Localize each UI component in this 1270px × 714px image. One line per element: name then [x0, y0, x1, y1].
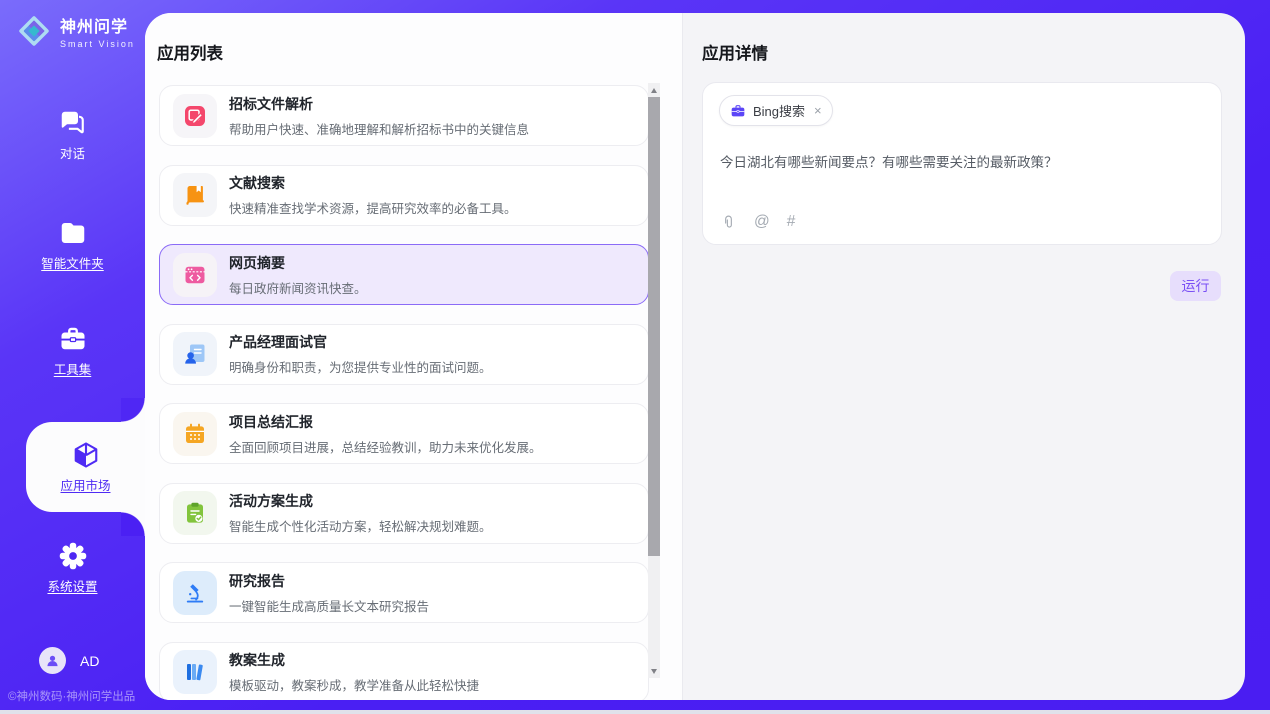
app-card[interactable]: 活动方案生成 智能生成个性化活动方案，轻松解决规划难题。: [159, 483, 649, 544]
clipboard-icon: [173, 491, 217, 535]
close-icon[interactable]: ×: [814, 103, 822, 118]
app-card[interactable]: 项目总结汇报 全面回顾项目进展，总结经验教训，助力未来优化发展。: [159, 403, 649, 464]
app-card-desc: 全面回顾项目进展，总结经验教训，助力未来优化发展。: [229, 437, 542, 456]
brand-name: 神州问学: [60, 13, 135, 37]
app-card-desc: 每日政府新闻资讯快查。: [229, 278, 367, 297]
app-card-title: 文献搜索: [229, 173, 517, 193]
scroll-up-button[interactable]: [648, 83, 660, 97]
user-icon: [45, 653, 60, 668]
bottom-edge-strip: [0, 710, 1270, 714]
tool-tag-bing-search[interactable]: Bing搜索 ×: [719, 95, 833, 126]
app-card[interactable]: 网页摘要 每日政府新闻资讯快查。: [159, 244, 649, 305]
sidebar-item-toolbox[interactable]: 工具集: [0, 324, 145, 378]
calendar-icon: [173, 412, 217, 456]
sidebar-item-gear[interactable]: 系统设置: [0, 541, 145, 595]
copyright-text: ©神州数码·神州问学出品: [8, 688, 135, 704]
app-card-title: 产品经理面试官: [229, 332, 492, 352]
app-card[interactable]: 研究报告 一键智能生成高质量长文本研究报告: [159, 562, 649, 623]
app-list-panel: 应用列表 招标文件解析 帮助用户快速、准确地理解和解析招标书中的关键信息 文献搜…: [145, 13, 683, 700]
sidebar-item-label: 系统设置: [47, 576, 97, 595]
app-card-title: 网页摘要: [229, 253, 367, 273]
sidebar: 神州问学 Smart Vision 对话 智能文件夹 工具集 应用市场 系统设置…: [0, 0, 145, 714]
briefcase-icon: [730, 103, 746, 119]
app-card-desc: 一键智能生成高质量长文本研究报告: [229, 596, 429, 615]
app-detail-title: 应用详情: [702, 40, 768, 64]
user-account[interactable]: AD: [39, 647, 99, 674]
app-card-desc: 快速精准查找学术资源，提高研究效率的必备工具。: [229, 198, 517, 217]
app-card[interactable]: 产品经理面试官 明确身份和职责，为您提供专业性的面试问题。: [159, 324, 649, 385]
app-card-title: 招标文件解析: [229, 94, 529, 114]
sidebar-item-label: 应用市场: [60, 475, 110, 494]
attachment-icon[interactable]: [720, 213, 737, 231]
triangle-up-icon: [651, 88, 657, 93]
sidebar-item-label: 智能文件夹: [41, 253, 104, 272]
tool-tag-label: Bing搜索: [753, 101, 805, 120]
app-card-title: 研究报告: [229, 571, 429, 591]
gear-icon: [58, 541, 88, 571]
cube-icon: [71, 440, 101, 470]
app-card[interactable]: 招标文件解析 帮助用户快速、准确地理解和解析招标书中的关键信息: [159, 85, 649, 146]
app-card-desc: 帮助用户快速、准确地理解和解析招标书中的关键信息: [229, 119, 529, 138]
sidebar-item-cube[interactable]: 应用市场: [26, 422, 145, 512]
app-card-desc: 模板驱动，教案秒成，教学准备从此轻松快捷: [229, 675, 479, 694]
book-icon: [173, 173, 217, 217]
run-button[interactable]: 运行: [1170, 271, 1221, 301]
brand-subtitle: Smart Vision: [60, 39, 135, 49]
app-card-title: 活动方案生成: [229, 491, 492, 511]
main-content: 应用列表 招标文件解析 帮助用户快速、准确地理解和解析招标书中的关键信息 文献搜…: [145, 13, 1245, 700]
books-icon: [173, 650, 217, 694]
brand-logo: 神州问学 Smart Vision: [16, 13, 135, 49]
chat-icon: [58, 108, 88, 138]
triangle-down-icon: [651, 669, 657, 674]
sidebar-item-label: 对话: [60, 143, 85, 162]
scrollbar-thumb[interactable]: [648, 97, 660, 556]
scroll-down-button[interactable]: [648, 664, 660, 678]
avatar: [39, 647, 66, 674]
sidebar-item-folder[interactable]: 智能文件夹: [0, 218, 145, 272]
app-card-title: 教案生成: [229, 650, 479, 670]
user-name: AD: [80, 653, 99, 669]
app-card-desc: 明确身份和职责，为您提供专业性的面试问题。: [229, 357, 492, 376]
mention-icon[interactable]: @: [754, 213, 770, 231]
edit-doc-icon: [173, 94, 217, 138]
app-card-title: 项目总结汇报: [229, 412, 542, 432]
sidebar-item-chat[interactable]: 对话: [0, 108, 145, 162]
toolbox-icon: [58, 324, 88, 354]
interview-icon: [173, 332, 217, 376]
browser-icon: [173, 253, 217, 297]
app-card[interactable]: 文献搜索 快速精准查找学术资源，提高研究效率的必备工具。: [159, 165, 649, 226]
app-list: 招标文件解析 帮助用户快速、准确地理解和解析招标书中的关键信息 文献搜索 快速精…: [159, 85, 649, 700]
query-input[interactable]: 今日湖北有哪些新闻要点？有哪些需要关注的最新政策？: [720, 151, 1205, 171]
microscope-icon: [173, 571, 217, 615]
app-card-desc: 智能生成个性化活动方案，轻松解决规划难题。: [229, 516, 492, 535]
hash-icon[interactable]: #: [787, 213, 796, 231]
sidebar-item-label: 工具集: [54, 359, 92, 378]
folder-icon: [58, 218, 88, 248]
scrollbar[interactable]: [648, 83, 660, 678]
input-toolbar: @#: [720, 213, 795, 231]
query-card: Bing搜索 × 今日湖北有哪些新闻要点？有哪些需要关注的最新政策？ @#: [702, 82, 1222, 245]
diamond-logo-icon: [16, 13, 52, 49]
app-detail-panel: 应用详情 Bing搜索 × 今日湖北有哪些新闻要点？有哪些需要关注的最新政策？ …: [683, 13, 1245, 700]
app-list-title: 应用列表: [157, 40, 223, 64]
app-card[interactable]: 教案生成 模板驱动，教案秒成，教学准备从此轻松快捷: [159, 642, 649, 701]
